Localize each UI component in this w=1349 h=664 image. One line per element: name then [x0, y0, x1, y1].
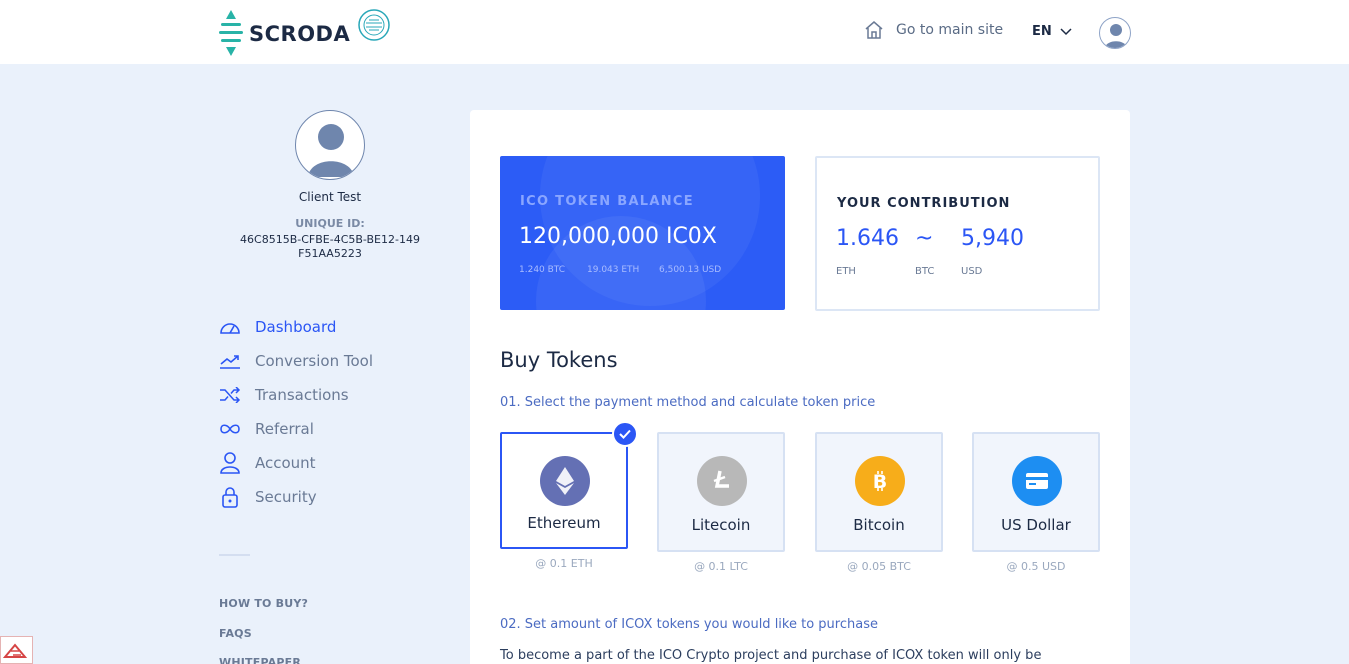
balance-btc: 1.240 BTC	[519, 265, 566, 275]
contribution-eth-unit: ETH	[836, 266, 856, 277]
sidebar-item-account[interactable]: Account	[219, 446, 373, 480]
sidebar-nav: Dashboard Conversion Tool Transactions R…	[219, 310, 373, 514]
infinity-icon	[219, 418, 241, 440]
logo[interactable]: SCRODA	[219, 9, 390, 56]
user-avatar[interactable]	[1099, 17, 1131, 49]
widget-icon	[2, 643, 28, 658]
logo-mark-icon	[219, 10, 243, 56]
sidebar-item-security[interactable]: Security	[219, 480, 373, 514]
payment-method-us-dollar[interactable]: US Dollar	[972, 432, 1100, 552]
buy-tokens-title: Buy Tokens	[500, 348, 618, 372]
credit-card-icon	[1012, 456, 1062, 506]
checkmark-icon	[612, 421, 638, 447]
payment-method-name: Bitcoin	[853, 516, 905, 534]
payment-method-ethereum[interactable]: Ethereum	[500, 432, 628, 549]
whitepaper-link[interactable]: WHITEPAPER	[219, 656, 301, 664]
sidebar-item-label: Conversion Tool	[255, 352, 374, 370]
purchase-description: To become a part of the ICO Crypto proje…	[500, 648, 1042, 663]
top-bar: SCRODA Go to main site EN	[0, 0, 1349, 64]
contribution-eth-value: 1.646	[836, 226, 899, 251]
faqs-link[interactable]: FAQS	[219, 627, 252, 640]
sidebar-item-label: Transactions	[255, 386, 349, 404]
payment-method-bitcoin[interactable]: B Bitcoin	[815, 432, 943, 552]
how-to-buy-link[interactable]: HOW TO BUY?	[219, 597, 308, 610]
contribution-card: YOUR CONTRIBUTION 1.646 ~ 5,940 ETH BTC …	[815, 156, 1100, 311]
sidebar-item-label: Referral	[255, 420, 314, 438]
payment-method-litecoin[interactable]: Litecoin	[657, 432, 785, 552]
main-card: ICO TOKEN BALANCE 120,000,000 IC0X 1.240…	[470, 110, 1130, 664]
balance-value: 120,000,000 IC0X	[519, 224, 717, 249]
lock-icon	[219, 486, 241, 508]
sidebar-item-transactions[interactable]: Transactions	[219, 378, 373, 412]
svg-text:B: B	[873, 471, 887, 493]
token-balance-card: ICO TOKEN BALANCE 120,000,000 IC0X 1.240…	[500, 156, 785, 310]
main-site-link[interactable]: Go to main site	[864, 20, 1003, 40]
sidebar-item-label: Dashboard	[255, 318, 337, 336]
payment-method-price: @ 0.05 BTC	[847, 560, 911, 573]
bitcoin-icon: B	[855, 456, 905, 506]
sidebar-divider	[219, 554, 250, 556]
balance-usd: 6,500.13 USD	[659, 265, 722, 275]
sidebar-item-label: Security	[255, 488, 317, 506]
unique-id-label: UNIQUE ID:	[295, 217, 365, 230]
profile-avatar	[295, 110, 365, 180]
chevron-down-icon	[1060, 27, 1072, 35]
profile-avatar-icon	[308, 124, 354, 177]
sidebar-item-referral[interactable]: Referral	[219, 412, 373, 446]
ethereum-icon	[540, 456, 590, 506]
contribution-label: YOUR CONTRIBUTION	[837, 196, 1011, 211]
profile-name: Client Test	[298, 190, 362, 204]
contribution-usd-unit: USD	[961, 266, 983, 277]
payment-method-price: @ 0.1 ETH	[535, 557, 593, 570]
step-two-label: 02. Set amount of ICOX tokens you would …	[500, 617, 878, 632]
language-label: EN	[1032, 24, 1052, 39]
payment-method-name: Ethereum	[527, 514, 601, 532]
language-selector[interactable]: EN	[1032, 24, 1072, 39]
main-site-label: Go to main site	[896, 22, 1004, 38]
unique-id-value: 46C8515B-CFBE-4C5B-BE12-149F51AA5223	[240, 233, 420, 260]
sidebar-item-conversion-tool[interactable]: Conversion Tool	[219, 344, 373, 378]
shuffle-icon	[219, 384, 241, 406]
payment-method-name: Litecoin	[691, 516, 751, 534]
corner-widget[interactable]	[0, 636, 33, 664]
sidebar-item-label: Account	[255, 454, 316, 472]
seal-icon	[358, 9, 390, 41]
payment-method-name: US Dollar	[1001, 516, 1071, 534]
dashboard-icon	[219, 316, 241, 338]
balance-label: ICO TOKEN BALANCE	[520, 194, 694, 209]
contribution-usd-value: 5,940	[961, 226, 1024, 251]
sidebar-item-dashboard[interactable]: Dashboard	[219, 310, 373, 344]
brand-name: SCRODA	[249, 22, 351, 46]
balance-eth: 19.043 ETH	[587, 265, 640, 275]
user-avatar-icon	[1105, 24, 1127, 48]
step-one-label: 01. Select the payment method and calcul…	[500, 395, 876, 410]
litecoin-icon	[697, 456, 747, 506]
payment-method-price: @ 0.5 USD	[1006, 560, 1066, 573]
trend-icon	[219, 350, 241, 372]
contribution-btc-value: ~	[915, 226, 934, 251]
contribution-btc-unit: BTC	[915, 266, 935, 277]
home-icon	[865, 21, 883, 39]
payment-method-price: @ 0.1 LTC	[694, 560, 748, 573]
user-icon	[219, 452, 241, 474]
